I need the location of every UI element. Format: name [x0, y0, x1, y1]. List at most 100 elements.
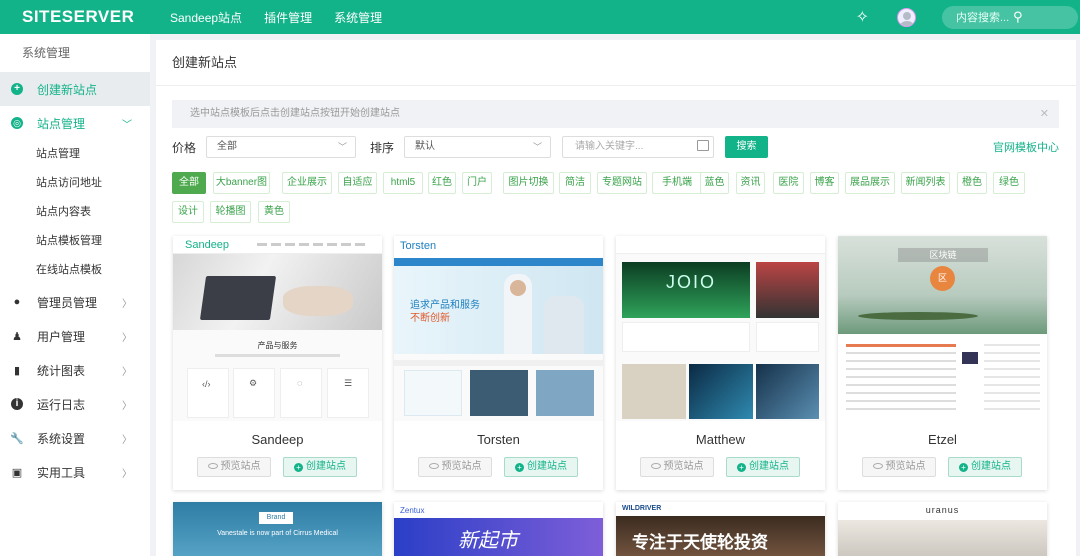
template-card[interactable]: WILDRIVER 专注于天使轮投资 — [616, 502, 825, 556]
tag-item[interactable]: 展品展示 — [845, 172, 895, 194]
preview-site-button[interactable]: 预览站点 — [640, 457, 714, 477]
search-icon[interactable]: ⚲ — [1013, 9, 1070, 25]
page-title: 创建新站点 — [156, 40, 1076, 86]
keyword-input[interactable]: 请输入关键字... — [562, 136, 715, 158]
tag-item[interactable]: 绿色 — [993, 172, 1025, 194]
template-thumbnail — [173, 502, 382, 556]
sidebar-sub-template-manage[interactable]: 站点模板管理 — [0, 227, 150, 256]
keyboard-icon — [697, 140, 710, 151]
tag-item[interactable]: 红色 — [428, 172, 456, 194]
preview-site-button[interactable]: 预览站点 — [197, 457, 271, 477]
users-icon: ♟ — [12, 330, 22, 343]
create-site-button[interactable]: + 创建站点 — [504, 457, 578, 477]
sidebar-item-stats[interactable]: ▮ 统计图表 〉 — [0, 353, 150, 387]
chevron-right-icon: 〉 — [122, 298, 132, 310]
avatar[interactable] — [897, 7, 916, 27]
tag-item[interactable]: html5 — [383, 172, 423, 194]
globe-icon: ◎ — [10, 116, 24, 130]
sidebar-item-label: 管理员管理 — [37, 295, 98, 310]
sidebar-item-tools[interactable]: ▣ 实用工具 〉 — [0, 455, 150, 489]
tag-item[interactable]: 专题网站 — [597, 172, 647, 194]
info-icon: i — [10, 397, 24, 411]
chevron-right-icon: 〉 — [122, 332, 132, 344]
eye-icon — [650, 463, 661, 469]
info-alert: 选中站点模板后点击创建站点按钮开始创建站点 ✕ — [172, 100, 1059, 128]
tag-item[interactable]: 轮播图 — [210, 201, 251, 223]
sort-label: 排序 — [370, 140, 395, 155]
plus-circle-icon: + — [515, 463, 524, 472]
tag-all[interactable]: 全部 — [172, 172, 206, 194]
search-placeholder: 内容搜索... — [956, 12, 1010, 24]
eye-icon — [207, 463, 218, 469]
tag-item[interactable]: 医院 — [773, 172, 804, 194]
tag-item[interactable]: 简洁 — [559, 172, 591, 194]
template-name: Matthew — [695, 432, 746, 447]
template-thumbnail: Sandeep 产品与服务 ‹/› ⚙ ◌ ☰ — [173, 236, 382, 421]
button-label: 创建站点 — [971, 461, 1011, 472]
template-card-sandeep[interactable]: Sandeep 产品与服务 ‹/› ⚙ ◌ ☰ Sandeep 预览站点 + 创建… — [173, 236, 382, 490]
sidebar-sub-site-url[interactable]: 站点访问地址 — [0, 169, 150, 198]
template-card[interactable]: Brand Vanestale is now part of Cirrus Me… — [173, 502, 382, 556]
tag-item[interactable]: 橙色 — [957, 172, 987, 194]
tag-item[interactable]: 博客 — [810, 172, 839, 194]
sort-value: 默认 — [415, 141, 436, 152]
official-template-link[interactable]: 官网模板中心 — [993, 139, 1059, 155]
sidebar-sub-online-template[interactable]: 在线站点模板 — [0, 256, 150, 285]
template-card-matthew[interactable]: JOIO Matthew 预览站点 + 创建站点 — [616, 236, 825, 490]
sidebar-item-user-manage[interactable]: ♟ 用户管理 〉 — [0, 319, 150, 353]
sidebar-item-settings[interactable]: 🔧 系统设置 〉 — [0, 421, 150, 455]
sidebar-item-label: 实用工具 — [37, 465, 86, 480]
nav-sandeep-site[interactable]: Sandeep站点 — [170, 9, 242, 26]
tag-item[interactable]: 蓝色 — [700, 172, 729, 194]
template-card[interactable]: Zentux 新起市 — [394, 502, 603, 556]
chevron-right-icon: 〉 — [122, 400, 132, 412]
create-site-button[interactable]: + 创建站点 — [726, 457, 800, 477]
close-icon[interactable]: ✕ — [1040, 100, 1049, 128]
tag-item[interactable]: 资讯 — [736, 172, 765, 194]
chevron-right-icon: 〉 — [122, 366, 132, 378]
chevron-down-icon: ﹀ — [122, 119, 132, 131]
thumb-banner: 新起市 — [458, 530, 518, 552]
magic-wand-icon[interactable]: ✧ — [856, 7, 869, 27]
tag-item[interactable]: 自适应 — [338, 172, 377, 194]
search-button[interactable]: 搜索 — [725, 136, 769, 158]
template-card-etzel[interactable]: 区块链 区 Etzel 预览站点 + 创建站点 — [838, 236, 1047, 490]
price-select[interactable]: 全部 ﹀ — [206, 136, 357, 158]
tag-item[interactable]: 大banner图 — [213, 172, 270, 194]
nav-plugin-manage[interactable]: 插件管理 — [264, 9, 312, 26]
template-card-torsten[interactable]: Torsten 追求产品和服务 不断创新 Torsten 预览站点 + 创建站点 — [394, 236, 603, 490]
button-label: 预览站点 — [441, 461, 482, 472]
sidebar-item-logs[interactable]: i 运行日志 〉 — [0, 387, 150, 421]
nav-system-manage[interactable]: 系统管理 — [334, 9, 382, 26]
search-input[interactable]: 内容搜索... ⚲ — [942, 5, 1078, 29]
preview-site-button[interactable]: 预览站点 — [862, 457, 936, 477]
logo[interactable]: SITESERVER — [0, 7, 150, 27]
sidebar-sub-site-manage[interactable]: 站点管理 — [0, 140, 150, 169]
button-label: 预览站点 — [663, 461, 704, 472]
tag-item[interactable]: 门户 — [462, 172, 492, 194]
create-site-button[interactable]: + 创建站点 — [283, 457, 357, 477]
thumb-brand: Brand — [259, 512, 293, 524]
tag-item[interactable]: 新闻列表 — [901, 172, 950, 194]
tag-item[interactable]: 手机端 — [652, 172, 702, 194]
sidebar-sub-content-table[interactable]: 站点内容表 — [0, 198, 150, 227]
tag-item[interactable]: 图片切换 — [503, 172, 554, 194]
thumb-headline-2: 不断创新 — [410, 313, 450, 324]
preview-site-button[interactable]: 预览站点 — [418, 457, 492, 477]
sidebar-item-site-manage[interactable]: ◎ 站点管理 ﹀ — [0, 106, 150, 140]
tag-item[interactable]: 设计 — [172, 201, 204, 223]
chevron-right-icon: 〉 — [122, 468, 132, 480]
thumb-brand: Zentux — [400, 506, 425, 515]
sidebar-item-admin-manage[interactable]: ● 管理员管理 〉 — [0, 285, 150, 319]
tag-item[interactable]: 企业展示 — [282, 172, 332, 194]
filter-bar: 价格 全部 ﹀ 排序 默认 ﹀ 请输入关键字... 搜索 官网模板中心 — [172, 136, 1059, 158]
template-card[interactable]: uranus — [838, 502, 1047, 556]
thumb-tagline: Vanestale is now part of Cirrus Medical — [217, 530, 338, 537]
sidebar-item-label: 运行日志 — [37, 397, 86, 412]
create-site-button[interactable]: + 创建站点 — [948, 457, 1022, 477]
wrench-icon: 🔧 — [10, 432, 24, 445]
sidebar-item-create-site[interactable]: + 创建新站点 — [0, 72, 150, 106]
tag-item[interactable]: 黄色 — [258, 201, 290, 223]
template-name: Etzel — [928, 432, 957, 447]
sort-select[interactable]: 默认 ﹀ — [404, 136, 552, 158]
